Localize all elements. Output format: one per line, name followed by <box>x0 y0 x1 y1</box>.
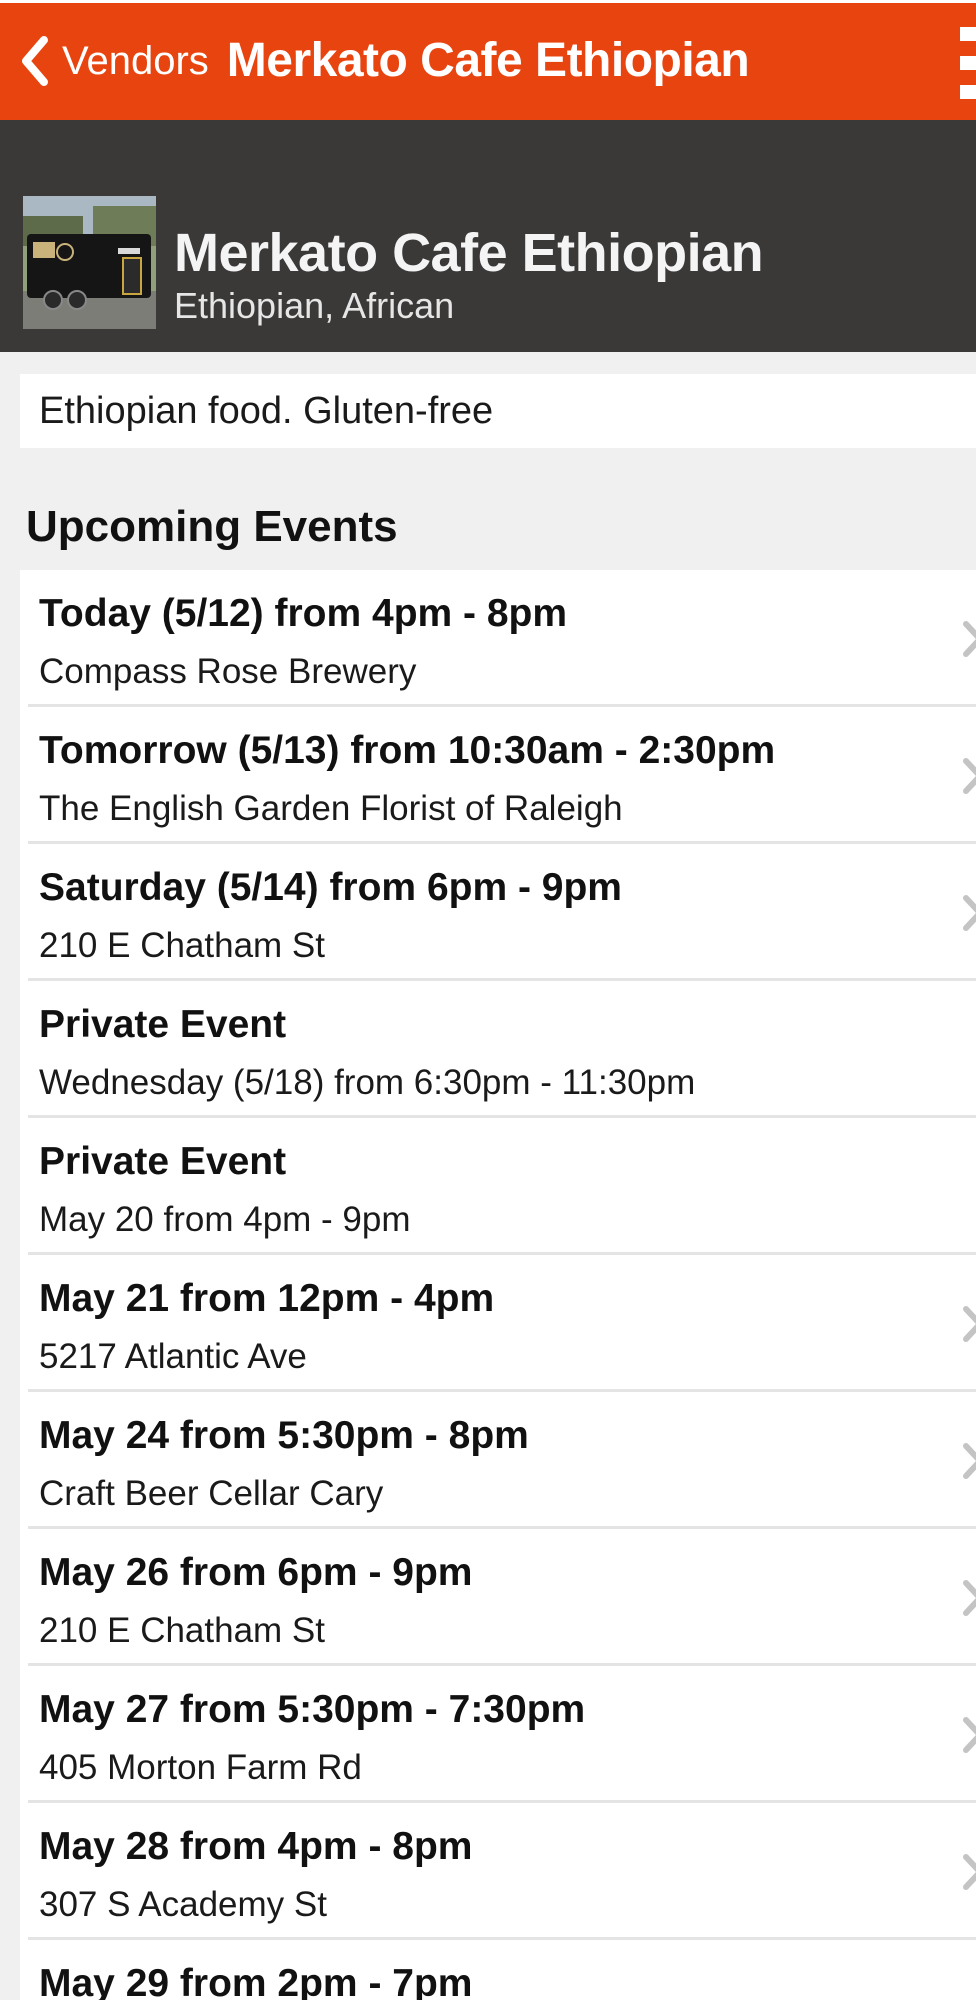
event-when: May 24 from 5:30pm - 8pm <box>39 1414 529 1457</box>
event-row-private: Private Event Wednesday (5/18) from 6:30… <box>28 981 976 1118</box>
page-title: Merkato Cafe Ethiopian <box>226 34 750 87</box>
chevron-right-icon <box>963 621 976 657</box>
chevron-right-icon <box>963 1443 976 1479</box>
event-row[interactable]: Tomorrow (5/13) from 10:30am - 2:30pm Th… <box>28 707 976 844</box>
nav-bar: Vendors Merkato Cafe Ethiopian <box>0 0 976 120</box>
event-detail: 5217 Atlantic Ave <box>39 1337 307 1376</box>
event-detail: The English Garden Florist of Raleigh <box>39 789 623 828</box>
chevron-right-icon <box>963 1717 976 1753</box>
event-detail: Craft Beer Cellar Cary <box>39 1474 384 1513</box>
event-row[interactable]: May 21 from 12pm - 4pm 5217 Atlantic Ave <box>28 1255 976 1392</box>
chevron-right-icon <box>963 1854 976 1890</box>
event-detail: May 20 from 4pm - 9pm <box>39 1200 411 1239</box>
events-list: Today (5/12) from 4pm - 8pm Compass Rose… <box>20 570 976 2000</box>
event-when: Saturday (5/14) from 6pm - 9pm <box>39 866 622 909</box>
event-row[interactable]: Today (5/12) from 4pm - 8pm Compass Rose… <box>28 570 976 707</box>
event-row[interactable]: May 28 from 4pm - 8pm 307 S Academy St <box>28 1803 976 1940</box>
event-row[interactable]: May 29 from 2pm - 7pm <box>28 1940 976 2000</box>
event-row-private: Private Event May 20 from 4pm - 9pm <box>28 1118 976 1255</box>
vendor-cuisine: Ethiopian, African <box>174 285 455 326</box>
event-detail: Wednesday (5/18) from 6:30pm - 11:30pm <box>39 1063 696 1102</box>
event-title: Private Event <box>39 1140 287 1183</box>
event-when: May 26 from 6pm - 9pm <box>39 1551 473 1594</box>
event-detail: 307 S Academy St <box>39 1885 327 1924</box>
chevron-right-icon <box>963 758 976 794</box>
chevron-right-icon <box>963 895 976 931</box>
event-when: May 28 from 4pm - 8pm <box>39 1825 473 1868</box>
event-when: Today (5/12) from 4pm - 8pm <box>39 592 568 635</box>
vendor-photo <box>23 196 156 329</box>
vendor-name: Merkato Cafe Ethiopian <box>174 223 764 283</box>
event-row[interactable]: May 26 from 6pm - 9pm 210 E Chatham St <box>28 1529 976 1666</box>
event-row[interactable]: May 24 from 5:30pm - 8pm Craft Beer Cell… <box>28 1392 976 1529</box>
event-row[interactable]: Saturday (5/14) from 6pm - 9pm 210 E Cha… <box>28 844 976 981</box>
event-when: May 21 from 12pm - 4pm <box>39 1277 495 1320</box>
event-detail: Compass Rose Brewery <box>39 652 417 691</box>
event-detail: 405 Morton Farm Rd <box>39 1748 362 1787</box>
vendor-header: Merkato Cafe Ethiopian Ethiopian, Africa… <box>0 120 976 352</box>
section-title: Upcoming Events <box>26 502 398 551</box>
event-when: May 27 from 5:30pm - 7:30pm <box>39 1688 586 1731</box>
event-when: Tomorrow (5/13) from 10:30am - 2:30pm <box>39 729 776 772</box>
event-detail: 210 E Chatham St <box>39 926 325 965</box>
event-when: May 29 from 2pm - 7pm <box>39 1962 473 2000</box>
hamburger-menu-icon[interactable] <box>960 27 976 99</box>
event-title: Private Event <box>39 1003 287 1046</box>
event-row[interactable]: May 27 from 5:30pm - 7:30pm 405 Morton F… <box>28 1666 976 1803</box>
vendor-description: Ethiopian food. Gluten-free <box>20 374 976 448</box>
chevron-right-icon <box>963 1306 976 1342</box>
chevron-right-icon <box>963 1580 976 1616</box>
event-detail: 210 E Chatham St <box>39 1611 325 1650</box>
